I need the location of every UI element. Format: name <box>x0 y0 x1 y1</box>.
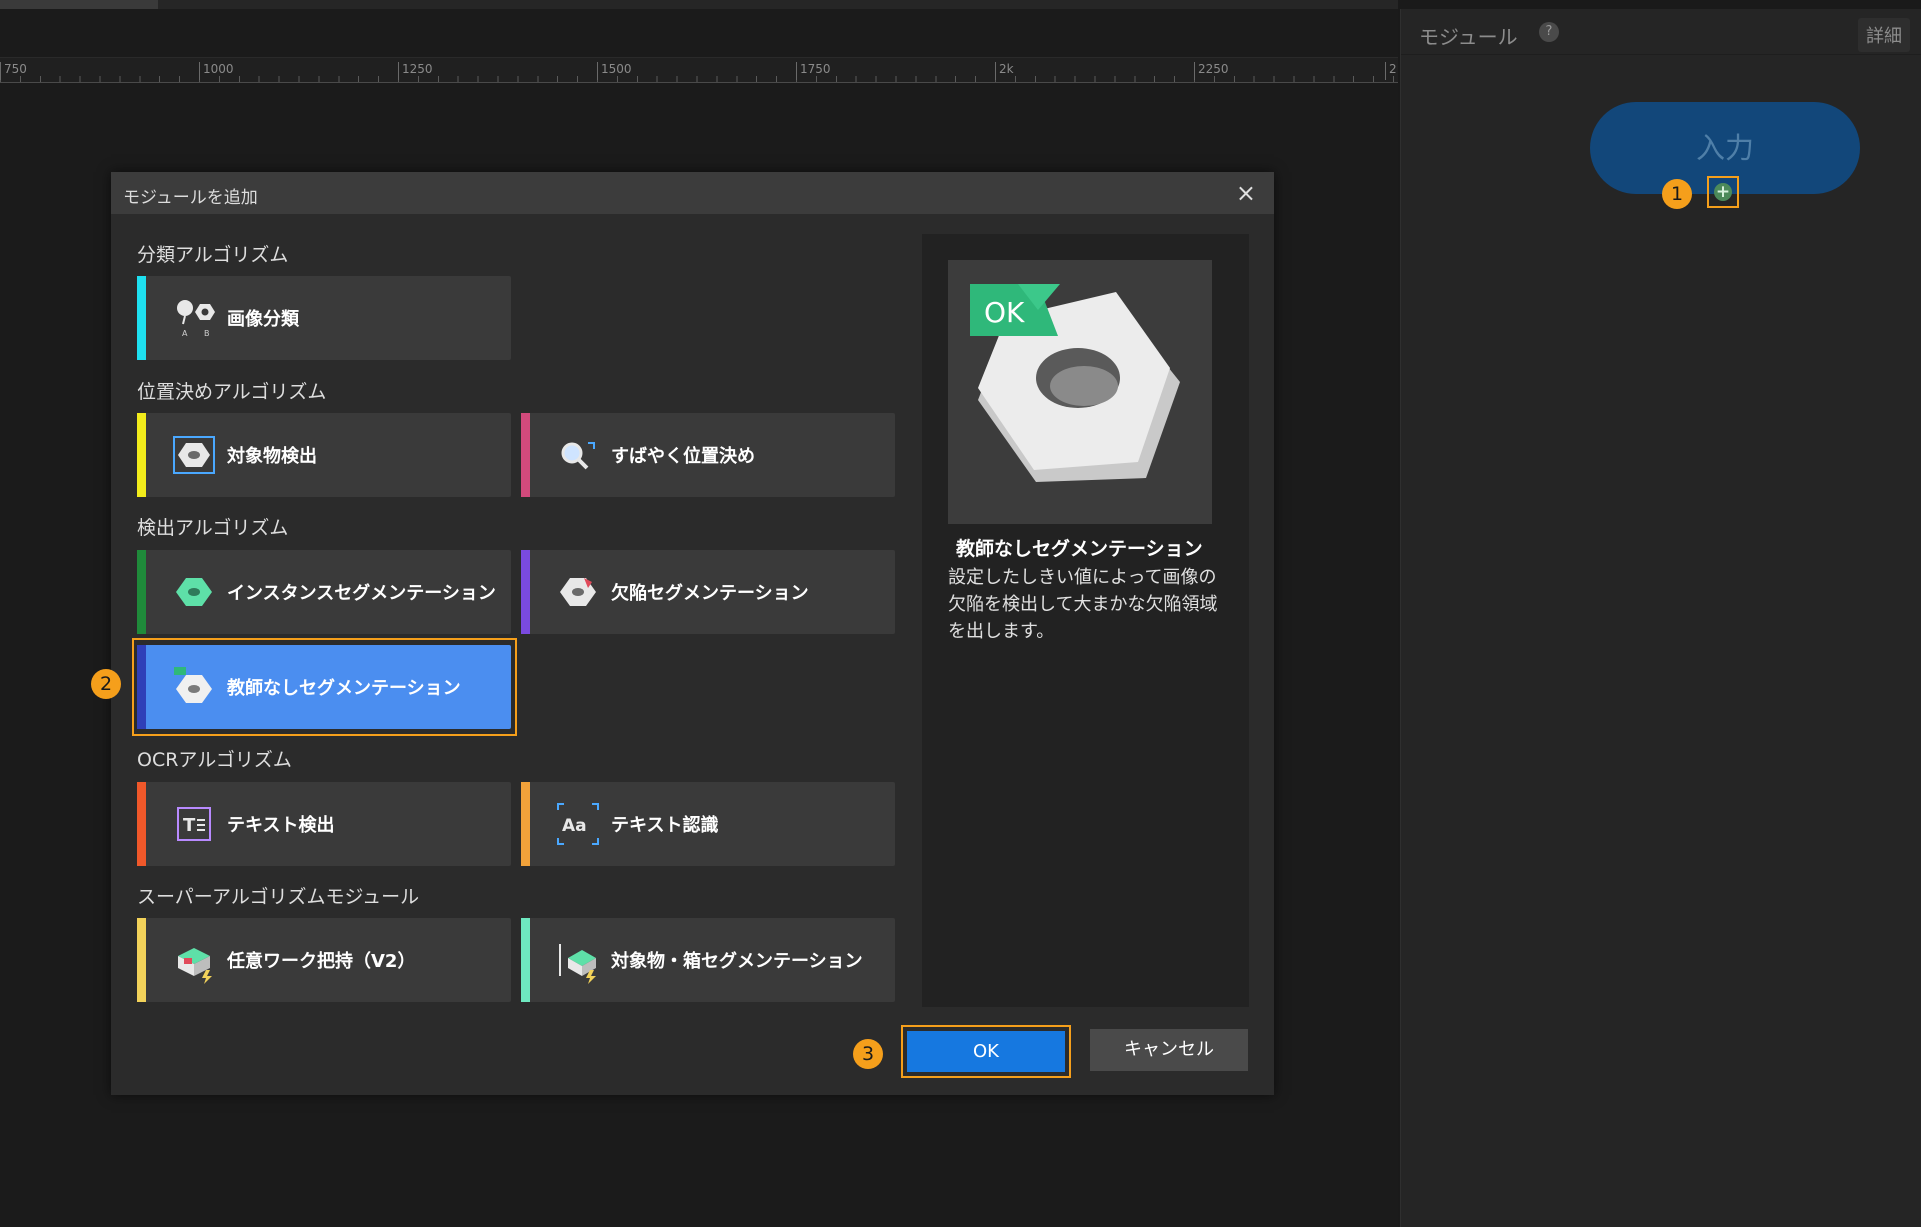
section-title-positioning: 位置決めアルゴリズム <box>137 381 327 403</box>
ruler-tick-label: 2 <box>1385 62 1397 80</box>
module-panel: モジュール ? 詳細 入力 1 + <box>1400 9 1921 1227</box>
module-color-stripe <box>137 276 146 360</box>
module-grasping[interactable]: 任意ワーク把持（V2） <box>137 918 511 1002</box>
object-detection-icon <box>173 436 215 474</box>
module-label: テキスト検出 <box>227 815 335 836</box>
ruler-tick-label: 1000 <box>199 62 234 80</box>
ruler-tick-label: 2250 <box>1194 62 1229 80</box>
module-panel-title: モジュール <box>1419 25 1518 49</box>
ruler-tick-label: 2k <box>995 62 1014 80</box>
active-tab[interactable] <box>0 0 158 9</box>
step-badge-1: 1 <box>1662 179 1692 209</box>
module-color-stripe <box>521 782 530 866</box>
ruler-tick-label: 1500 <box>597 62 632 80</box>
module-preview-panel: OK 教師なしセグメンテーション 設定したしきい値によって画像の欠陥を検出して大… <box>922 234 1249 1007</box>
ruler-tick-label: 750 <box>0 62 27 80</box>
grasping-icon <box>178 948 212 984</box>
image-classification-icon: A B <box>177 300 215 338</box>
module-label: 画像分類 <box>227 309 299 330</box>
module-color-stripe <box>137 918 146 1002</box>
help-icon[interactable]: ? <box>1539 22 1559 42</box>
detail-button[interactable]: 詳細 <box>1858 18 1910 52</box>
horizontal-ruler: 750 1000 1250 1500 1750 2k 2250 2 <box>0 57 1398 83</box>
text-recognition-icon: Aa <box>557 803 599 845</box>
top-tab-bar <box>0 0 1398 9</box>
svg-text:Aa: Aa <box>562 816 587 836</box>
module-text-recognition[interactable]: Aa テキスト認識 <box>521 782 895 866</box>
svg-text:B: B <box>204 329 210 338</box>
dialog-titlebar: モジュールを追加 × <box>111 172 1274 214</box>
module-text-detection[interactable]: T テキスト検出 <box>137 782 511 866</box>
plus-icon: + <box>1714 182 1732 202</box>
preview-module-name: 教師なしセグメンテーション <box>956 538 1203 560</box>
ruler-tick-label: 1250 <box>398 62 433 80</box>
hex-nut-icon: OK <box>970 284 1180 482</box>
highlight-frame-ok <box>901 1025 1071 1078</box>
module-object-detection[interactable]: 対象物検出 <box>137 413 511 497</box>
section-title-ocr: OCRアルゴリズム <box>137 749 292 771</box>
ruler-tick-label: 1750 <box>796 62 831 80</box>
module-instance-segmentation[interactable]: インスタンスセグメンテーション <box>137 550 511 634</box>
add-module-button[interactable]: + <box>1707 176 1739 208</box>
module-color-stripe <box>137 550 146 634</box>
module-color-stripe <box>521 413 530 497</box>
svg-text:A: A <box>182 329 188 338</box>
section-title-classification: 分類アルゴリズム <box>137 244 289 266</box>
module-defect-segmentation[interactable]: 欠陥セグメンテーション <box>521 550 895 634</box>
module-label: 欠陥セグメンテーション <box>611 583 809 604</box>
module-color-stripe <box>521 918 530 1002</box>
highlight-frame-selected-module <box>132 638 517 736</box>
magnifier-icon <box>561 442 595 470</box>
preview-image: OK <box>948 260 1212 524</box>
module-label: 任意ワーク把持（V2） <box>227 951 416 972</box>
ok-tag: OK <box>984 296 1025 329</box>
module-color-stripe <box>521 550 530 634</box>
svg-text:T: T <box>183 815 196 836</box>
module-label: 対象物検出 <box>227 446 317 467</box>
module-box-segmentation[interactable]: 対象物・箱セグメンテーション <box>521 918 895 1002</box>
module-color-stripe <box>137 782 146 866</box>
section-title-detection: 検出アルゴリズム <box>137 517 289 539</box>
text-detection-icon: T <box>177 807 211 841</box>
box-segmentation-icon <box>559 944 596 984</box>
module-color-stripe <box>137 413 146 497</box>
preview-module-description: 設定したしきい値によって画像の欠陥を検出して大まかな欠陥領域を出します。 <box>948 567 1218 642</box>
close-icon[interactable]: × <box>1236 179 1256 207</box>
section-title-super-modules: スーパーアルゴリズムモジュール <box>137 886 420 908</box>
dialog-title: モジュールを追加 <box>123 188 258 208</box>
instance-segmentation-icon <box>176 578 212 606</box>
cancel-button[interactable]: キャンセル <box>1090 1029 1248 1071</box>
module-label: インスタンスセグメンテーション <box>227 583 496 604</box>
step-badge-3: 3 <box>853 1039 883 1069</box>
module-label: テキスト認識 <box>611 815 719 836</box>
module-label: すばやく位置決め <box>611 446 755 467</box>
add-module-dialog: モジュールを追加 × 分類アルゴリズム A B 画像分類 位置決めアルゴリズム … <box>111 172 1274 1095</box>
module-fast-positioning[interactable]: すばやく位置決め <box>521 413 895 497</box>
step-badge-2: 2 <box>91 669 121 699</box>
defect-segmentation-icon <box>560 578 596 606</box>
module-image-classification[interactable]: A B 画像分類 <box>137 276 511 360</box>
module-panel-header: モジュール ? 詳細 <box>1401 9 1921 55</box>
module-label: 対象物・箱セグメンテーション <box>611 951 863 972</box>
